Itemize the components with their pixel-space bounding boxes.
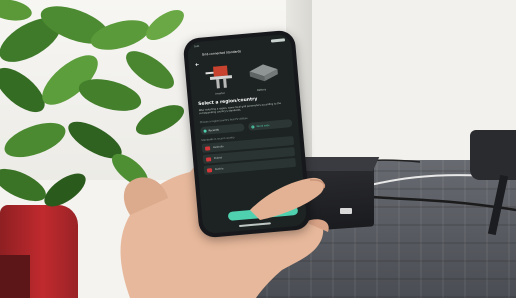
home-indicator [238,222,271,227]
back-arrow-icon[interactable] [194,52,199,67]
tab-recently-label: Recently [208,127,219,132]
inverter-caption: Inverter [215,91,225,96]
option-label: Poland [213,156,223,160]
option-label: Australia [212,145,224,150]
tab-recently[interactable]: Recently [200,123,245,136]
tab-world-wide[interactable]: World wide [248,119,293,131]
flag-icon [204,145,211,151]
tab-world-wide-label: World wide [256,123,270,128]
chair-frame [470,130,516,180]
flag-icon [205,156,212,162]
pot-dark-corner [0,255,30,298]
battery-caption: Battery [257,88,267,92]
status-time: 9:41 [194,44,200,49]
battery-device-icon [247,61,281,84]
inverter-device-icon [203,61,239,92]
option-label: Austria [214,167,224,171]
thumb [250,177,326,220]
status-icons [270,38,286,43]
flag-icon [206,167,213,173]
globe-icon [251,124,255,129]
header-title: Grid-connected Standards [201,48,242,57]
photo-scene: 9:41 Grid-connected Standards Inverter B… [0,0,516,298]
radio-button-icon [203,129,207,133]
